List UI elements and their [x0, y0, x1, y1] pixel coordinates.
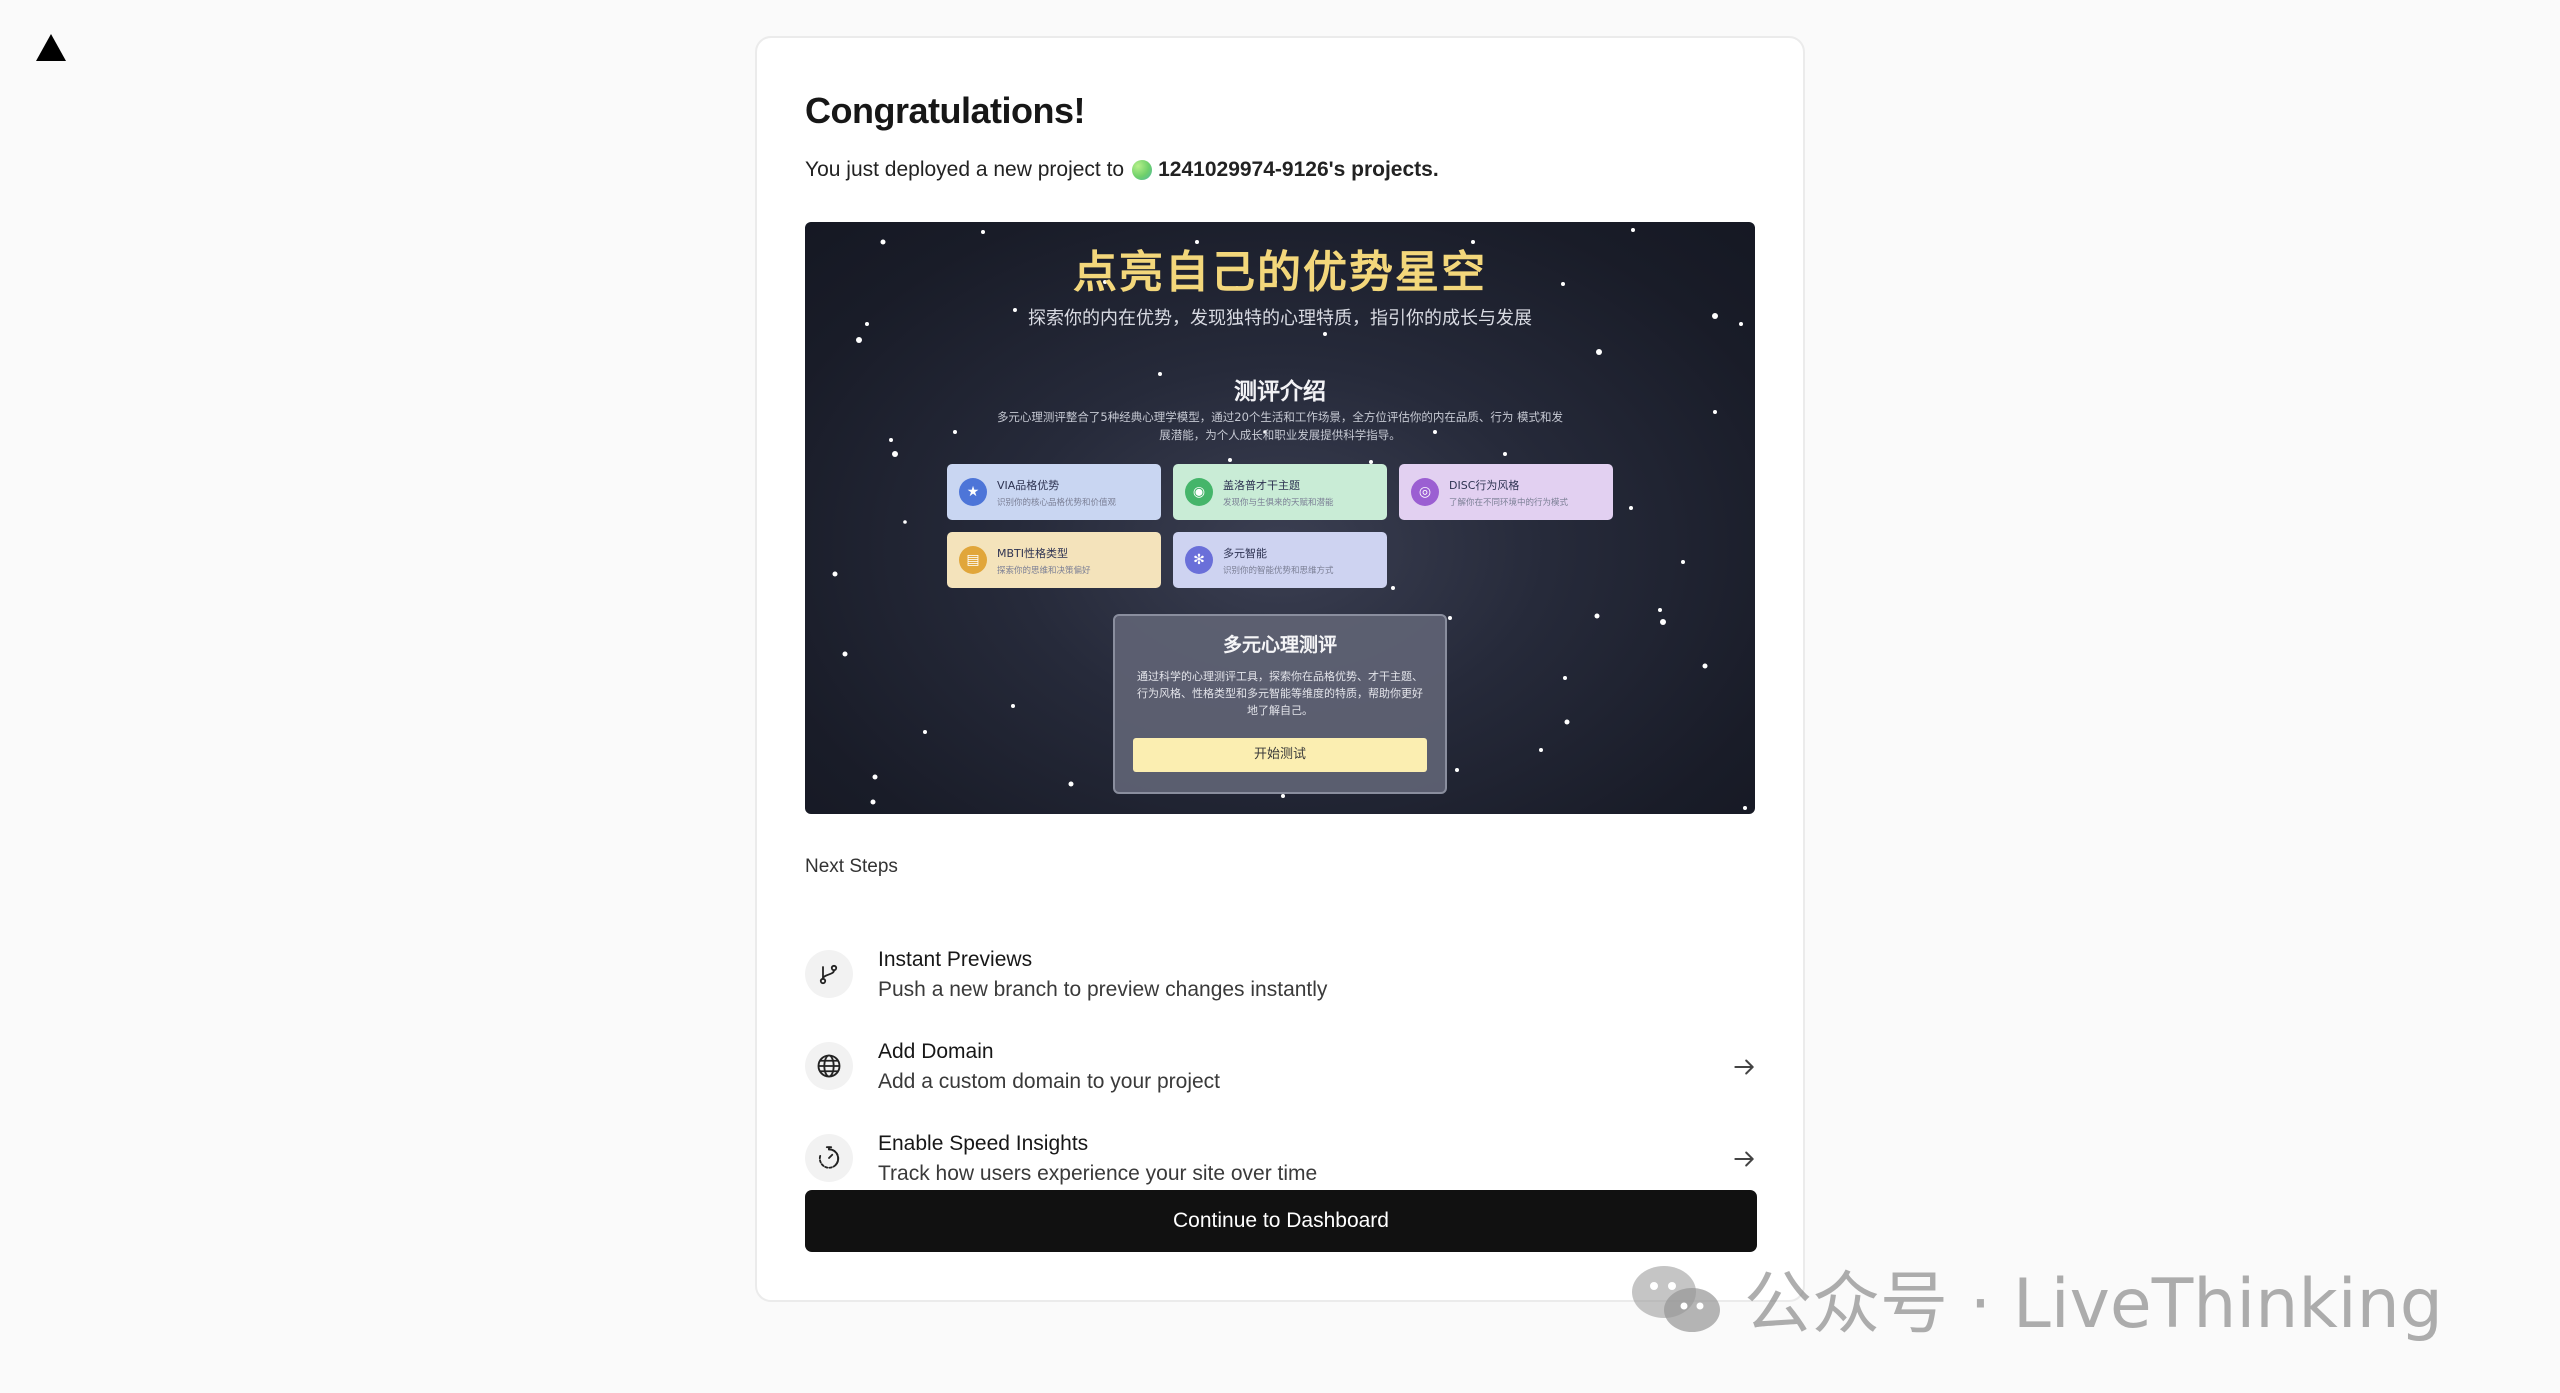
speed-timer-icon	[805, 1134, 853, 1182]
preview-tag-gallup: ◉ 盖洛普才干主题 发现你与生俱来的天赋和潜能	[1173, 464, 1387, 520]
tag-desc: 探索你的思维和决策偏好	[997, 565, 1091, 576]
tag-desc: 发现你与生俱来的天赋和潜能	[1223, 497, 1334, 508]
git-branch-icon	[805, 950, 853, 998]
step-title: Instant Previews	[878, 948, 1033, 971]
preview-box-desc: 通过科学的心理测评工具，探索你在品格优势、才干主题、行为风格、性格类型和多元智能…	[1137, 670, 1423, 717]
continue-to-dashboard-button[interactable]: Continue to Dashboard	[805, 1190, 1757, 1252]
preview-box-title: 多元心理测评	[1222, 634, 1337, 656]
arrow-right-icon[interactable]	[1731, 1054, 1757, 1080]
subtitle-prefix: You just deployed a new project to	[805, 158, 1125, 181]
deploy-subtitle: You just deployed a new project to 12410…	[805, 158, 1439, 182]
page-title: Congratulations!	[805, 90, 1085, 131]
preview-start-button: 开始测试	[1133, 738, 1427, 772]
preview-tag-intelligence: ✻ 多元智能 识别你的智能优势和思维方式	[1173, 532, 1387, 588]
wechat-icon	[1632, 1265, 1720, 1332]
deploy-success-card: Congratulations! You just deployed a new…	[755, 36, 1805, 1302]
tag-title: VIA品格优势	[997, 478, 1060, 492]
document-icon: ▤	[959, 546, 987, 574]
step-add-domain[interactable]: Add Domain Add a custom domain to your p…	[805, 1034, 1757, 1098]
preview-description: 多元心理测评整合了5种经典心理学模型，通过20个生活和工作场景，全方位评估你的内…	[996, 410, 1564, 442]
preview-hero-title: 点亮自己的优势星空	[1073, 247, 1487, 298]
watermark-text: 公众号 · LiveThinking	[1744, 1265, 2443, 1344]
step-speed-insights[interactable]: Enable Speed Insights Track how users ex…	[805, 1126, 1757, 1190]
tag-desc: 了解你在不同环境中的行为模式	[1449, 497, 1569, 508]
step-desc: Add a custom domain to your project	[878, 1070, 1221, 1093]
tag-title: DISC行为风格	[1449, 478, 1520, 492]
step-desc: Push a new branch to preview changes ins…	[878, 978, 1328, 1001]
target-icon: ◎	[1411, 478, 1439, 506]
tag-title: MBTI性格类型	[997, 546, 1069, 560]
deployment-preview-screenshot[interactable]: 点亮自己的优势星空 探索你的内在优势，发现独特的心理特质，指引你的成长与发展 测…	[805, 222, 1755, 814]
brain-icon: ✻	[1185, 546, 1213, 574]
vercel-logo-icon[interactable]	[36, 34, 66, 61]
preview-section-title: 测评介绍	[1234, 379, 1326, 405]
tag-desc: 识别你的智能优势和思维方式	[1223, 565, 1334, 576]
tag-title: 盖洛普才干主题	[1223, 478, 1300, 492]
step-title: Add Domain	[878, 1040, 994, 1063]
preview-hero-subtitle: 探索你的内在优势，发现独特的心理特质，指引你的成长与发展	[1028, 308, 1532, 329]
step-title: Enable Speed Insights	[878, 1132, 1089, 1155]
tag-desc: 识别你的核心品格优势和价值观	[997, 497, 1117, 508]
preview-tag-disc: ◎ DISC行为风格 了解你在不同环境中的行为模式	[1399, 464, 1613, 520]
preview-tag-mbti: ▤ MBTI性格类型 探索你的思维和决策偏好	[947, 532, 1161, 588]
lightbulb-icon: ◉	[1185, 478, 1213, 506]
globe-icon	[805, 1042, 853, 1090]
watermark: 公众号 · LiveThinking	[1626, 1248, 2443, 1347]
tag-title: 多元智能	[1223, 546, 1267, 560]
step-instant-previews[interactable]: Instant Previews Push a new branch to pr…	[805, 942, 1757, 1006]
team-name[interactable]: 1241029974-9126's projects.	[1158, 158, 1439, 182]
preview-tag-via: ★ VIA品格优势 识别你的核心品格优势和价值观	[947, 464, 1161, 520]
team-avatar	[1132, 160, 1153, 180]
arrow-right-icon[interactable]	[1731, 1146, 1757, 1172]
next-steps-label: Next Steps	[805, 856, 898, 877]
preview-start-box: 多元心理测评 通过科学的心理测评工具，探索你在品格优势、才干主题、行为风格、性格…	[1113, 614, 1447, 794]
step-desc: Track how users experience your site ove…	[878, 1162, 1318, 1185]
award-icon: ★	[959, 478, 987, 506]
